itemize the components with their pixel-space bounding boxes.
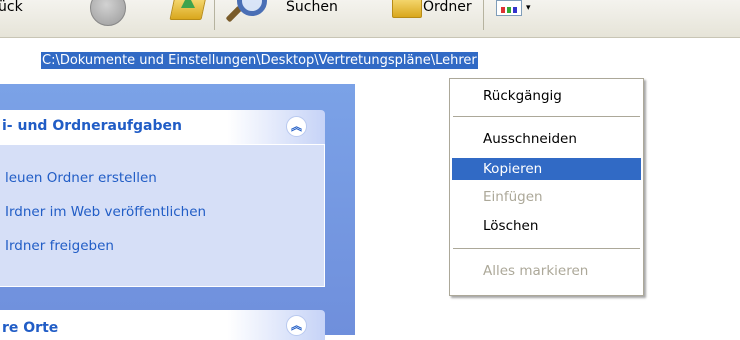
- forward-icon[interactable]: [90, 0, 126, 26]
- menu-item-undo[interactable]: Rückgängig: [452, 85, 641, 107]
- task-publish-web[interactable]: Irdner im Web veröffentlichen: [5, 204, 206, 220]
- menu-item-select-all[interactable]: Alles markieren: [452, 260, 641, 282]
- task-pane: i- und Ordneraufgaben ︽ leuen Ordner ers…: [0, 84, 355, 340]
- menu-separator: [453, 116, 640, 117]
- menu-item-cut[interactable]: Ausschneiden: [452, 128, 641, 150]
- up-arrow-icon: [181, 0, 195, 8]
- toolbar: ück Suchen Ordner ▾: [0, 0, 740, 38]
- section-title: i- und Ordneraufgaben: [2, 118, 182, 134]
- file-folder-tasks-panel: leuen Ordner erstellen Irdner im Web ver…: [0, 144, 325, 287]
- chevron-down-icon[interactable]: ▾: [526, 3, 531, 13]
- toolbar-separator: [483, 0, 484, 30]
- address-input[interactable]: C:\Dokumente und Einstellungen\Desktop\V…: [41, 52, 478, 69]
- collapse-chevron-icon[interactable]: ︽: [286, 315, 307, 336]
- menu-item-delete[interactable]: Löschen: [452, 215, 641, 237]
- section-title: re Orte: [2, 320, 59, 336]
- collapse-chevron-icon[interactable]: ︽: [286, 116, 307, 137]
- task-share-folder[interactable]: Irdner freigeben: [5, 238, 114, 254]
- views-icon[interactable]: [496, 0, 522, 16]
- search-button-label[interactable]: Suchen: [286, 0, 338, 15]
- menu-item-paste[interactable]: Einfügen: [452, 186, 641, 208]
- folders-icon[interactable]: [392, 0, 422, 18]
- toolbar-separator: [214, 0, 215, 30]
- folders-button-label[interactable]: Ordner: [423, 0, 472, 15]
- task-new-folder[interactable]: leuen Ordner erstellen: [5, 170, 157, 186]
- menu-separator: [453, 248, 640, 249]
- other-places-header[interactable]: re Orte: [0, 310, 325, 340]
- search-icon[interactable]: [237, 0, 267, 16]
- back-button-label[interactable]: ück: [0, 0, 23, 15]
- context-menu: Rückgängig Ausschneiden Kopieren Einfüge…: [449, 78, 644, 296]
- menu-item-copy[interactable]: Kopieren: [452, 158, 641, 180]
- file-folder-tasks-header[interactable]: i- und Ordneraufgaben: [0, 110, 325, 144]
